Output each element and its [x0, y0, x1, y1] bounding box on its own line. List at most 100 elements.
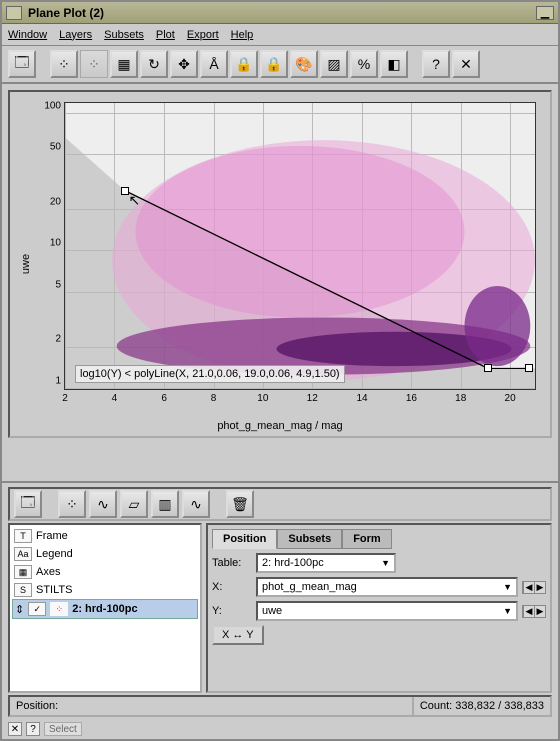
layer-toolbar: 🗔 ⁘ ∿ ▱ ▥ ∿ 🗑 [8, 487, 552, 521]
y-axis-label: uwe [20, 254, 32, 274]
select-button: Select [44, 722, 82, 736]
tree-label: 2: hrd-100pc [72, 603, 137, 615]
points-icon: ⁘ [50, 602, 68, 616]
menu-plot[interactable]: Plot [156, 29, 175, 41]
xtick: 14 [356, 393, 367, 404]
ytick: 100 [44, 100, 61, 111]
region-icon[interactable]: ▦ [110, 50, 138, 78]
tree-axes[interactable]: ▦ Axes [12, 563, 198, 581]
color-icon[interactable]: ◧ [380, 50, 408, 78]
help-icon[interactable]: ? [422, 50, 450, 78]
ytick: 50 [50, 142, 61, 153]
tree-label: Legend [36, 548, 73, 560]
grid-icon: ▦ [14, 565, 32, 579]
menu-help[interactable]: Help [231, 29, 254, 41]
polyline-formula: log10(Y) < polyLine(X, 21.0,0.06, 19.0,0… [75, 365, 345, 383]
y-value: uwe [262, 605, 282, 617]
status-count: Count: 338,832 / 338,833 [414, 700, 550, 712]
footer-help-icon[interactable]: ? [26, 722, 40, 736]
layer-properties: Position Subsets Form Table: 2: hrd-100p… [206, 523, 552, 693]
table-select[interactable]: 2: hrd-100pc ▼ [256, 553, 396, 573]
xtick: 6 [161, 393, 167, 404]
chevron-down-icon: ▼ [503, 582, 512, 592]
layer-scatter-icon[interactable]: ⁘ [58, 490, 86, 518]
tree-legend[interactable]: Aa Legend [12, 545, 198, 563]
tab-form[interactable]: Form [342, 529, 392, 549]
system-menu-icon[interactable] [6, 6, 22, 20]
shaded-region [65, 103, 535, 389]
app-window: Plane Plot (2) ▁ Window Layers Subsets P… [0, 0, 560, 741]
control-pane: 🗔 ⁘ ∿ ▱ ▥ ∿ 🗑 T Frame Aa Legend [2, 481, 558, 693]
layer-tree[interactable]: T Frame Aa Legend ▦ Axes S STILTS [8, 523, 202, 693]
ytick: 2 [55, 334, 61, 345]
menu-subsets[interactable]: Subsets [104, 29, 144, 41]
y-stepper[interactable]: ◀▶ [522, 605, 546, 618]
stilts-icon: S [14, 583, 32, 597]
legend-icon: Aa [14, 547, 32, 561]
titlebar[interactable]: Plane Plot (2) ▁ [2, 2, 558, 24]
y-label: Y: [212, 605, 252, 617]
footer: ✕ ? Select [2, 719, 558, 739]
checkbox-icon[interactable]: ✓ [28, 602, 46, 616]
plot-canvas[interactable]: ↖ log10(Y) < polyLine(X, 21.0,0.06, 19.0… [64, 102, 536, 390]
xtick: 2 [62, 393, 68, 404]
x-field[interactable]: phot_g_mean_mag ▼ [256, 577, 518, 597]
close-icon[interactable]: ✕ [452, 50, 480, 78]
tree-layer-hrd[interactable]: ⇕ ✓ ⁘ 2: hrd-100pc [12, 599, 198, 619]
lock1-icon[interactable]: 🔒 [230, 50, 258, 78]
layer-histogram-icon[interactable]: ▥ [151, 490, 179, 518]
xtick: 4 [112, 393, 118, 404]
menu-layers[interactable]: Layers [59, 29, 92, 41]
swap-xy-button[interactable]: X ↔ Y [212, 625, 264, 645]
tab-position[interactable]: Position [212, 529, 277, 549]
tab-subsets[interactable]: Subsets [277, 529, 342, 549]
table-value: 2: hrd-100pc [262, 557, 324, 569]
pan-icon[interactable]: ✥ [170, 50, 198, 78]
windows-icon[interactable]: 🗔 [8, 50, 36, 78]
chevron-down-icon: ▼ [503, 606, 512, 616]
density-icon[interactable]: ▨ [320, 50, 348, 78]
x-axis-label: phot_g_mean_mag / mag [217, 420, 342, 432]
select-label: Select [49, 724, 77, 735]
x-stepper[interactable]: ◀▶ [522, 581, 546, 594]
drag-handle-icon[interactable]: ⇕ [15, 603, 24, 616]
palette-icon[interactable]: 🎨 [290, 50, 318, 78]
xtick: 8 [211, 393, 217, 404]
measure-icon[interactable]: Å [200, 50, 228, 78]
window-title: Plane Plot (2) [28, 6, 104, 20]
tree-stilts[interactable]: S STILTS [12, 581, 198, 599]
property-tabs: Position Subsets Form [212, 529, 546, 549]
footer-close-icon[interactable]: ✕ [8, 722, 22, 736]
plot-area: uwe phot_g_mean_mag / mag [2, 84, 558, 481]
polyline-handle-3[interactable] [525, 364, 533, 372]
layer-windows-icon[interactable]: 🗔 [14, 490, 42, 518]
ytick: 10 [50, 238, 61, 249]
status-position: Position: [10, 697, 414, 715]
polyline-handle-2[interactable] [484, 364, 492, 372]
minimize-button[interactable]: ▁ [536, 6, 554, 20]
layer-function-icon[interactable]: ∿ [182, 490, 210, 518]
x-value: phot_g_mean_mag [262, 581, 357, 593]
plot-panel[interactable]: uwe phot_g_mean_mag / mag [8, 90, 552, 438]
ytick: 20 [50, 196, 61, 207]
chevron-down-icon: ▼ [381, 558, 390, 568]
xtick: 20 [505, 393, 516, 404]
ytick: 1 [55, 375, 61, 386]
menu-window[interactable]: Window [8, 29, 47, 41]
layer-polygon-icon[interactable]: ▱ [120, 490, 148, 518]
tree-label: STILTS [36, 584, 72, 596]
tree-label: Axes [36, 566, 60, 578]
lock2-icon[interactable]: 🔒 [260, 50, 288, 78]
xtick: 10 [257, 393, 268, 404]
layer-link-icon[interactable]: ∿ [89, 490, 117, 518]
scatter-add-icon[interactable]: ⁘ [50, 50, 78, 78]
statusbar: Position: Count: 338,832 / 338,833 [8, 695, 552, 717]
ytick: 5 [55, 279, 61, 290]
tree-frame[interactable]: T Frame [12, 527, 198, 545]
refresh-icon[interactable]: ↻ [140, 50, 168, 78]
delete-icon[interactable]: 🗑 [226, 490, 254, 518]
y-field[interactable]: uwe ▼ [256, 601, 518, 621]
percent-icon[interactable]: % [350, 50, 378, 78]
x-label: X: [212, 581, 252, 593]
menu-export[interactable]: Export [187, 29, 219, 41]
